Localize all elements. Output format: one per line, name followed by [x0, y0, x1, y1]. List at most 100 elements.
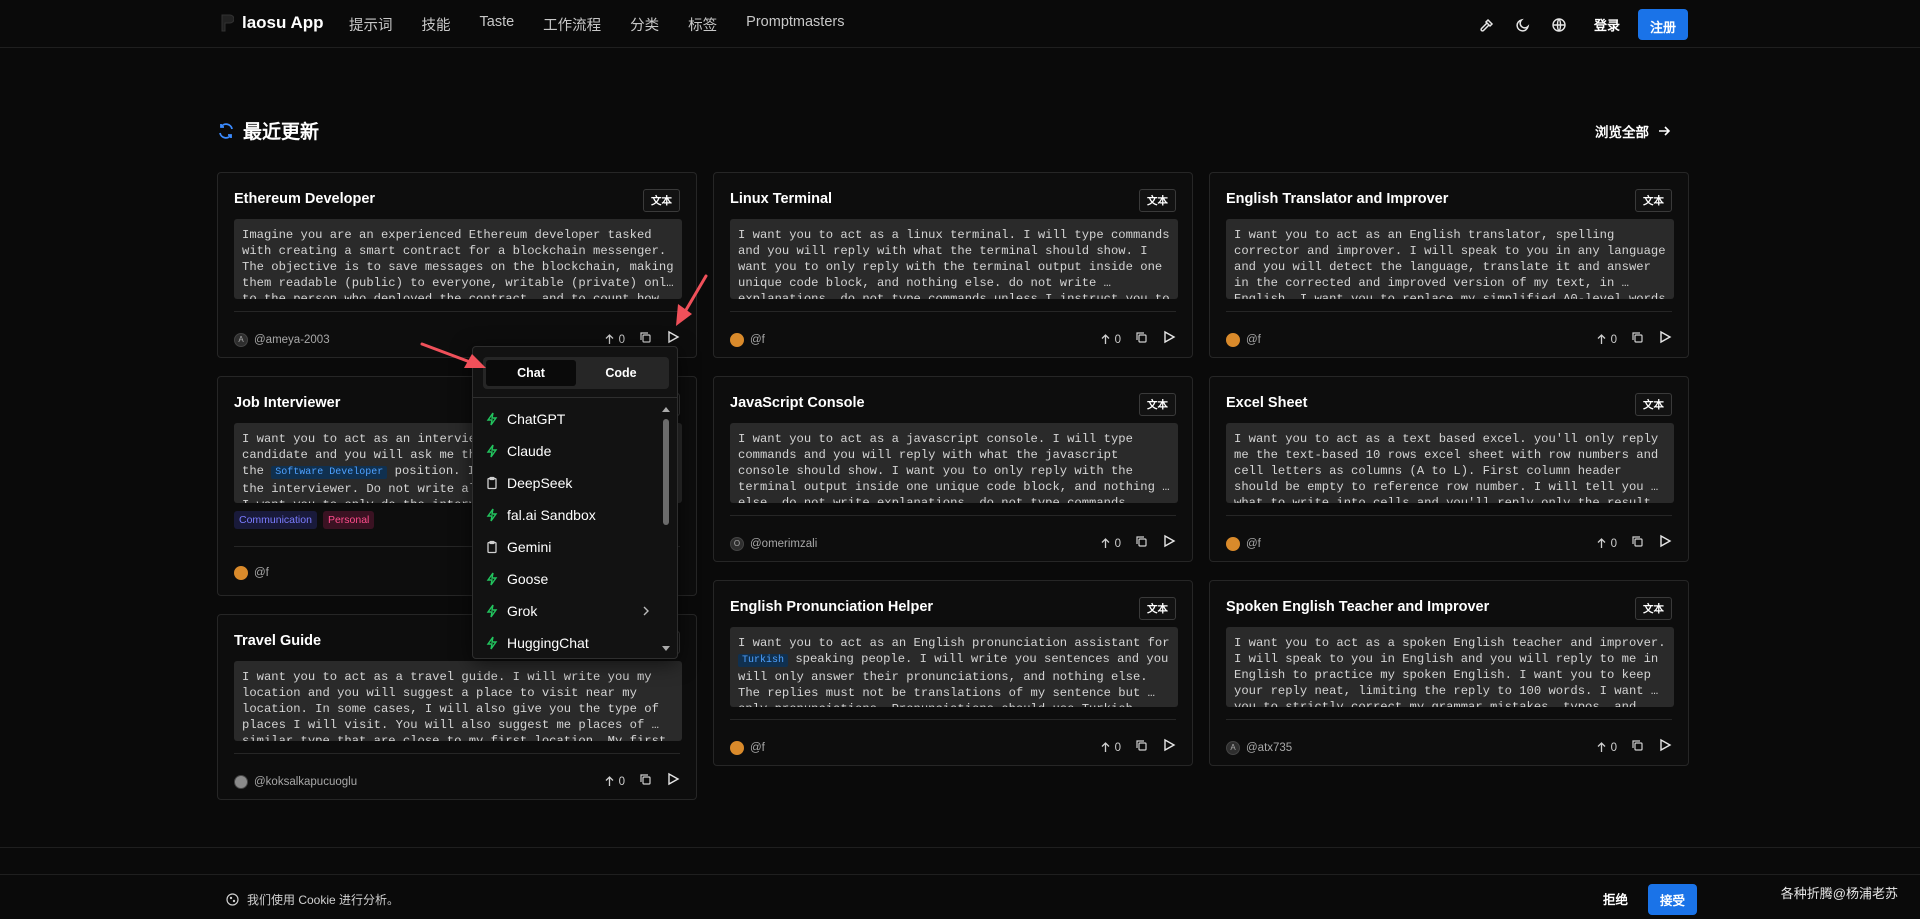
author-link[interactable]: @f [254, 567, 269, 579]
platform-item-huggingchat[interactable]: HuggingChat [483, 627, 653, 659]
moon-icon[interactable] [1508, 10, 1538, 40]
reject-cookie-button[interactable]: 拒绝 [1603, 889, 1628, 908]
prompt-preview: I want you to act as an English pronunci… [730, 627, 1178, 707]
cookie-icon [226, 893, 239, 906]
nav-item-tags[interactable]: 标签 [688, 14, 717, 35]
run-button[interactable] [1658, 330, 1672, 349]
upvote-button[interactable]: 0 [603, 775, 625, 788]
copy-icon [1632, 331, 1643, 343]
copy-button[interactable] [1135, 331, 1148, 349]
author-link[interactable]: @omerimzali [750, 538, 817, 550]
browse-all-link[interactable]: 浏览全部 [1595, 121, 1671, 141]
copy-button[interactable] [1631, 739, 1644, 757]
prompt-card[interactable]: Excel Sheet 文本 I want you to act as a te… [1209, 376, 1689, 562]
prompt-preview: Imagine you are an experienced Ethereum … [234, 219, 682, 299]
main-nav: 提示词 技能 Taste 工作流程 分类 标签 Promptmasters [349, 14, 873, 35]
prompt-preview: I want you to act as a travel guide. I w… [234, 661, 682, 741]
browse-all-label: 浏览全部 [1595, 125, 1649, 140]
brand[interactable]: laosu App [218, 13, 324, 33]
tag-communication[interactable]: Communication [234, 511, 317, 529]
author-link[interactable]: @f [1246, 334, 1261, 346]
nav-item-taste[interactable]: Taste [480, 14, 515, 35]
scroll-up-icon[interactable] [661, 405, 671, 413]
prompt-card[interactable]: Linux Terminal 文本 I want you to act as a… [713, 172, 1193, 358]
prompt-card[interactable]: Spoken English Teacher and Improver 文本 I… [1209, 580, 1689, 766]
copy-button[interactable] [1135, 739, 1148, 757]
upvote-button[interactable]: 0 [1099, 537, 1121, 550]
vote-count: 0 [618, 775, 625, 788]
arrow-up-icon [1101, 742, 1110, 752]
scrollbar-thumb[interactable] [663, 419, 669, 525]
copy-button[interactable] [639, 773, 652, 791]
dropdown-divider [473, 397, 677, 398]
run-button[interactable] [1658, 738, 1672, 757]
signup-button[interactable]: 注册 [1637, 9, 1688, 40]
card-divider [730, 515, 1176, 516]
author-link[interactable]: @f [750, 334, 765, 346]
upvote-button[interactable]: 0 [1595, 537, 1617, 550]
author-link[interactable]: @f [1246, 538, 1261, 550]
arrow-up-icon [1597, 538, 1606, 548]
vote-count: 0 [1610, 741, 1617, 754]
author-link[interactable]: @koksalkapucuoglu [254, 776, 357, 788]
nav-item-workflows[interactable]: 工作流程 [543, 14, 601, 35]
nav-item-promptmasters[interactable]: Promptmasters [746, 14, 844, 35]
card-divider [730, 311, 1176, 312]
run-button[interactable] [1162, 330, 1176, 349]
bolt-icon [486, 636, 498, 650]
card-footer: A @atx735 0 [1226, 738, 1672, 757]
type-badge: 文本 [1635, 189, 1672, 212]
author-link[interactable]: @atx735 [1246, 742, 1292, 754]
platform-label: ChatGPT [507, 411, 566, 427]
upvote-button[interactable]: 0 [1595, 741, 1617, 754]
bolt-icon [486, 572, 498, 586]
type-badge: 文本 [1139, 393, 1176, 416]
prompt-card[interactable]: Ethereum Developer 文本 Imagine you are an… [217, 172, 697, 358]
tag-list: Communication Personal [234, 511, 375, 529]
tab-chat[interactable]: Chat [486, 360, 576, 386]
vote-count: 0 [1610, 537, 1617, 550]
tab-code[interactable]: Code [576, 360, 666, 386]
dropdown-scrollbar[interactable] [661, 403, 671, 653]
prompt-card[interactable]: JavaScript Console 文本 I want you to act … [713, 376, 1193, 562]
platform-item-chatgpt[interactable]: ChatGPT [483, 403, 653, 435]
vote-count: 0 [618, 333, 625, 346]
run-button[interactable] [666, 772, 680, 791]
scroll-down-icon[interactable] [661, 645, 671, 653]
author-link[interactable]: @ameya-2003 [254, 334, 330, 346]
platform-item-grok[interactable]: Grok [483, 595, 653, 627]
nav-item-categories[interactable]: 分类 [630, 14, 659, 35]
platform-item-claude[interactable]: Claude [483, 435, 653, 467]
type-badge: 文本 [1139, 189, 1176, 212]
platform-item-gemini[interactable]: Gemini [483, 531, 653, 563]
copy-button[interactable] [1631, 331, 1644, 349]
author-link[interactable]: @f [750, 742, 765, 754]
card-divider [234, 753, 680, 754]
card-footer: @f 0 [1226, 534, 1672, 553]
copy-button[interactable] [1135, 535, 1148, 553]
nav-item-skills[interactable]: 技能 [422, 14, 451, 35]
run-button[interactable] [1658, 534, 1672, 553]
platform-item-goose[interactable]: Goose [483, 563, 653, 595]
nav-item-prompts[interactable]: 提示词 [349, 14, 393, 35]
tag-personal[interactable]: Personal [322, 511, 375, 529]
run-button[interactable] [1162, 534, 1176, 553]
prompt-card[interactable]: English Translator and Improver 文本 I wan… [1209, 172, 1689, 358]
arrow-up-icon [1597, 334, 1606, 344]
upvote-button[interactable]: 0 [603, 333, 625, 346]
accept-cookie-button[interactable]: 接受 [1648, 884, 1698, 915]
upvote-button[interactable]: 0 [1595, 333, 1617, 346]
copy-button[interactable] [1631, 535, 1644, 553]
login-button[interactable]: 登录 [1594, 15, 1620, 34]
platform-item-falai[interactable]: fal.ai Sandbox [483, 499, 653, 531]
hammer-icon[interactable] [1472, 10, 1502, 40]
prompt-card[interactable]: English Pronunciation Helper 文本 I want y… [713, 580, 1193, 766]
run-button[interactable] [1162, 738, 1176, 757]
platform-item-deepseek[interactable]: DeepSeek [483, 467, 653, 499]
upvote-button[interactable]: 0 [1099, 333, 1121, 346]
copy-icon [640, 773, 651, 785]
globe-icon[interactable] [1544, 10, 1574, 40]
upvote-button[interactable]: 0 [1099, 741, 1121, 754]
copy-icon [1136, 535, 1147, 547]
avatar [234, 774, 248, 789]
